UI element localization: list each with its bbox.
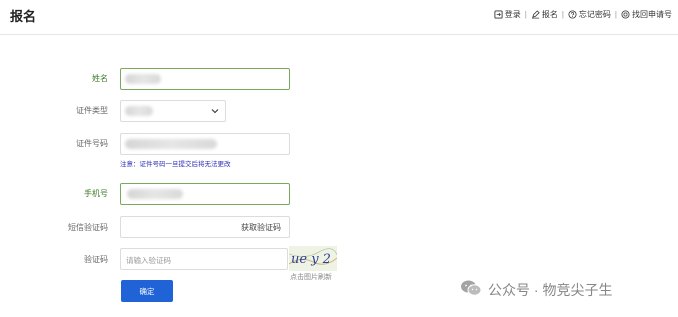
phone-label: 手机号 (84, 189, 108, 198)
id-number-hint: 注意：证件号码一旦提交后将无法更改 (120, 161, 231, 168)
watermark: 公众号 · 物竞尖子生 (460, 279, 612, 300)
name-value-redacted (125, 74, 161, 84)
nav-register[interactable]: 报名 (531, 9, 558, 20)
sms-code-input[interactable]: 获取验证码 (120, 216, 290, 238)
nav-login-label: 登录 (504, 10, 521, 19)
captcha-graphic: ue y 2 (289, 246, 337, 271)
captcha-image[interactable]: ue y 2 (289, 246, 337, 271)
nav-login[interactable]: 登录 (494, 9, 521, 20)
header-bar: 报名 登录 | 报名 | 忘记密码 | 找回申请号 (0, 0, 678, 35)
sms-code-label: 短信验证码 (68, 223, 108, 232)
edit-icon (531, 10, 540, 19)
id-number-input[interactable] (120, 133, 290, 155)
id-type-value-redacted (125, 106, 153, 116)
name-input[interactable] (120, 68, 290, 90)
get-sms-code-button[interactable]: 获取验证码 (241, 222, 281, 233)
captcha-input[interactable]: 请输入验证码 (120, 248, 288, 270)
page-title: 报名 (10, 9, 37, 24)
nav-forgot-label: 忘记密码 (578, 10, 611, 19)
nav-separator: | (524, 10, 527, 19)
nav-forgot-password[interactable]: 忘记密码 (568, 9, 611, 20)
captcha-text: ue y 2 (291, 252, 331, 267)
nav-register-label: 报名 (541, 10, 558, 19)
id-type-label: 证件类型 (76, 106, 108, 115)
wechat-icon (460, 279, 482, 300)
nav-retrieve-label: 找回申请号 (632, 10, 672, 19)
top-nav: 登录 | 报名 | 忘记密码 | 找回申请号 (494, 9, 672, 20)
nav-retrieve-id[interactable]: 找回申请号 (621, 9, 672, 20)
id-number-value-redacted (125, 139, 217, 149)
target-icon (621, 10, 630, 19)
captcha-label: 验证码 (84, 255, 108, 264)
question-icon (568, 10, 577, 19)
phone-value-redacted (127, 189, 183, 199)
id-type-select[interactable] (120, 100, 226, 122)
name-label: 姓名 (92, 74, 108, 83)
watermark-text: 公众号 · 物竞尖子生 (488, 281, 613, 298)
submit-button[interactable]: 确定 (121, 280, 173, 302)
phone-input[interactable] (120, 183, 290, 205)
login-icon (494, 10, 503, 19)
captcha-refresh-link[interactable]: 点击图片刷新 (290, 272, 332, 282)
nav-separator: | (561, 10, 564, 19)
id-number-label: 证件号码 (76, 139, 108, 148)
nav-separator: | (614, 10, 617, 19)
